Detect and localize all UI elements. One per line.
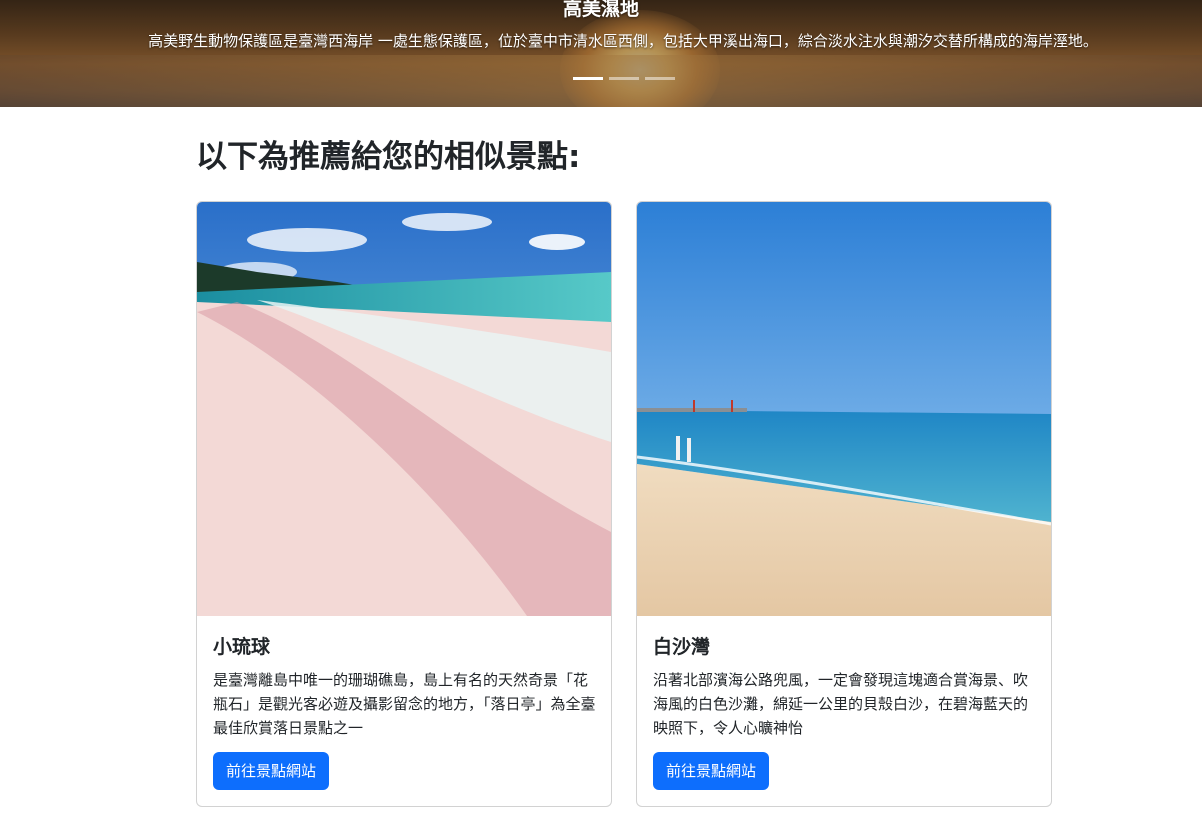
recommendations-heading: 以下為推薦給您的相似景點: — [196, 139, 581, 175]
attraction-card: 白沙灣 沿著北部濱海公路兜風，一定會發現這塊適合賞海景、吹海風的白色沙灘，綿延一… — [636, 201, 1052, 807]
carousel-caption: 高美野生動物保護區是臺灣西海岸 一處生態保護區，位於臺中市清水區西側，包括大甲溪… — [148, 32, 1098, 50]
carousel-indicator-3[interactable] — [645, 77, 675, 80]
carousel-indicators — [573, 77, 675, 80]
card-description: 沿著北部濱海公路兜風，一定會發現這塊適合賞海景、吹海風的白色沙灘，綿延一公里的貝… — [653, 671, 1029, 737]
pink-beach-image — [197, 202, 611, 616]
carousel-indicator-2[interactable] — [609, 77, 639, 80]
card-title: 小琉球 — [213, 636, 271, 658]
hero-carousel[interactable]: 高美濕地 高美野生動物保護區是臺灣西海岸 一處生態保護區，位於臺中市清水區西側，… — [0, 0, 1202, 107]
carousel-title: 高美濕地 — [562, 0, 639, 20]
card-title: 白沙灣 — [653, 636, 711, 658]
white-sand-beach-image — [637, 202, 1051, 616]
carousel-indicator-1[interactable] — [573, 77, 603, 80]
visit-site-button[interactable]: 前往景點網站 — [213, 752, 330, 790]
attraction-card: 小琉球 是臺灣離島中唯一的珊瑚礁島，島上有名的天然奇景「花瓶石」是觀光客必遊及攝… — [196, 201, 612, 807]
card-description: 是臺灣離島中唯一的珊瑚礁島，島上有名的天然奇景「花瓶石」是觀光客必遊及攝影留念的… — [213, 671, 596, 737]
visit-site-button[interactable]: 前往景點網站 — [653, 752, 770, 790]
